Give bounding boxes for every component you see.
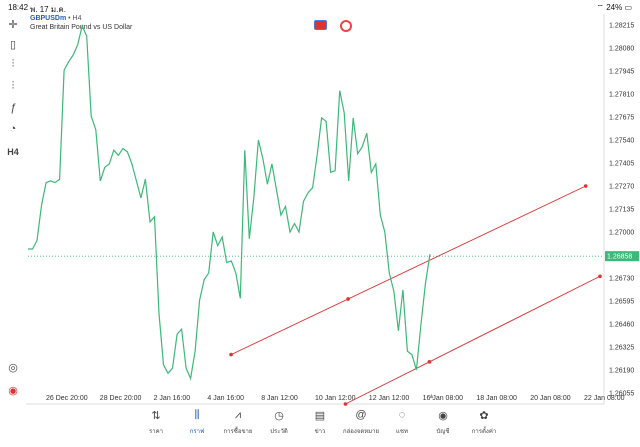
y-tick-label: 1.27405 <box>609 161 634 168</box>
tab-candles[interactable]: ⫼ กราฟ <box>177 406 217 447</box>
x-tick-label: 26 Dec 20:00 <box>46 395 88 402</box>
tab-label: แชท <box>396 429 408 435</box>
tab-trade-chart[interactable]: ⩘ การซื้อขาย <box>218 406 258 447</box>
bottom-tab-bar: ⇅ ราคา ⫼ กราฟ ⩘ การซื้อขาย ◷ ประวัติ ▤ ข่าว @ กล่อง… <box>0 406 640 447</box>
settings-icon: ✿ <box>479 410 489 422</box>
trendline-anchor[interactable] <box>229 352 233 357</box>
y-tick-label: 1.26730 <box>609 275 634 282</box>
current-price-label: 1.26858 <box>607 254 632 261</box>
price-series-line <box>28 24 431 381</box>
tab-label: บัญชี <box>436 429 450 435</box>
account-icon: ◉ <box>438 410 448 422</box>
arrows-updown-icon: ⇅ <box>151 410 161 422</box>
chat-icon: ◌ <box>398 409 406 421</box>
tab-label: การตั้งค่า <box>471 429 497 435</box>
tab-news[interactable]: ▤ ข่าว <box>300 406 340 447</box>
candles-icon: ⫼ <box>194 409 200 421</box>
x-tick-label: 22 Jan 08:00 <box>584 395 625 402</box>
y-tick-label: 1.28215 <box>609 23 634 30</box>
y-tick-label: 1.27540 <box>609 138 634 145</box>
x-tick-label: 18 Jan 08:00 <box>476 395 517 402</box>
x-tick-label: 8 Jan 12:00 <box>261 395 298 402</box>
trendline[interactable] <box>345 275 601 405</box>
trade-chart-icon: ⩘ <box>234 409 242 421</box>
y-tick-label: 1.27945 <box>609 69 634 76</box>
tab-chat[interactable]: ◌ แชท <box>382 406 422 447</box>
trendline-anchor[interactable] <box>346 297 350 301</box>
y-tick-label: 1.26190 <box>609 367 634 374</box>
y-tick-label: 1.27270 <box>609 184 634 191</box>
tab-label: กราฟ <box>189 429 205 435</box>
y-tick-label: 1.27135 <box>609 207 634 214</box>
price-chart[interactable]: 1.28215 1.28080 1.27945 1.27810 1.27675 1.275… <box>0 0 640 447</box>
tab-account[interactable]: ◉ บัญชี <box>423 406 463 447</box>
tab-label: การซื้อขาย <box>223 429 253 435</box>
y-tick-label: 1.26595 <box>609 298 634 305</box>
tab-label: กล่องจดหมาย <box>342 429 380 435</box>
x-tick-label: 12 Jan 12:00 <box>369 395 410 402</box>
y-tick-label: 1.26460 <box>609 321 634 328</box>
news-icon: ▤ <box>314 410 326 422</box>
x-tick-label: 28 Dec 20:00 <box>100 395 142 402</box>
tab-label: ข่าว <box>314 429 326 435</box>
trendline-anchor[interactable] <box>427 360 432 364</box>
y-tick-label: 1.28080 <box>609 46 634 53</box>
y-tick-label: 1.27000 <box>609 229 634 236</box>
tab-arrows-updown[interactable]: ⇅ ราคา <box>136 406 176 447</box>
tab-label: ราคา <box>149 429 163 435</box>
x-tick-label: 2 Jan 16:00 <box>154 395 191 402</box>
tab-history[interactable]: ◷ ประวัติ <box>259 406 299 447</box>
trendline-anchor[interactable] <box>583 184 588 188</box>
x-tick-label: 10 Jan 12:00 <box>315 395 356 402</box>
tab-label: ประวัติ <box>270 429 288 435</box>
tab-settings[interactable]: ✿ การตั้งค่า <box>464 406 504 447</box>
y-tick-label: 1.26325 <box>609 344 634 351</box>
scroll-marker-icon[interactable]: ▲ <box>428 393 435 400</box>
x-tick-label: 20 Jan 08:00 <box>530 395 571 402</box>
mail-at-icon: @ <box>355 409 367 421</box>
x-tick-label: 4 Jan 16:00 <box>207 395 244 402</box>
tab-mail-at[interactable]: @ กล่องจดหมาย <box>341 406 381 447</box>
trendline[interactable] <box>230 185 586 356</box>
y-tick-label: 1.27810 <box>609 92 634 99</box>
y-tick-label: 1.27675 <box>609 115 634 122</box>
history-icon: ◷ <box>274 410 284 422</box>
trendline-anchor[interactable] <box>598 274 602 279</box>
